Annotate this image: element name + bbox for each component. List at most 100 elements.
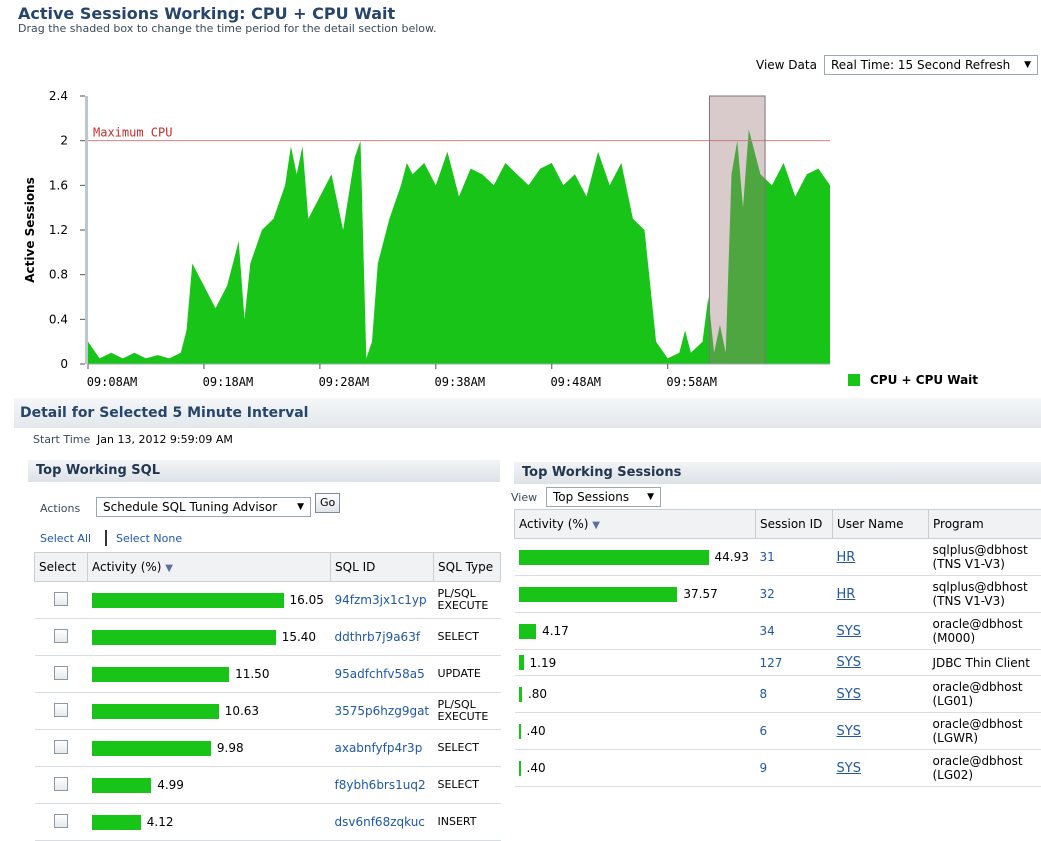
row-checkbox[interactable] [54,777,68,791]
user-name-cell: SYS [833,713,929,750]
view-data-select[interactable]: Real Time: 15 Second Refresh ▼ [824,55,1038,75]
activity-value: .40 [527,724,546,738]
column-header-sql-type: SQL Type [434,553,501,582]
row-checkbox[interactable] [54,629,68,643]
column-header-activity[interactable]: Activity (%) ▼ [88,553,331,582]
session-id-link[interactable]: 9 [756,750,833,787]
top-sessions-table: Activity (%) ▼ Session ID User Name Prog… [514,509,1041,787]
chevron-down-icon: ▼ [297,498,304,516]
y-tick-label: 1.6 [49,178,68,192]
sessions-view-select[interactable]: Top Sessions ▼ [546,487,661,507]
actions-select[interactable]: Schedule SQL Tuning Advisor ▼ [96,497,311,517]
select-cell [35,767,88,804]
table-row: .808SYSoracle@dbhost (LG01) [515,676,1041,713]
sql-type: UPDATE [434,656,501,693]
activity-bar [519,550,709,565]
sql-id-link[interactable]: f8ybh6brs1uq2 [331,767,434,804]
top-sessions-header-row: Activity (%) ▼ Session ID User Name Prog… [515,510,1041,539]
select-cell [35,804,88,841]
column-header-activity[interactable]: Activity (%) ▼ [515,510,756,539]
selection-time-window[interactable] [709,96,765,364]
user-name-cell: SYS [833,750,929,787]
select-cell [35,619,88,656]
page-subtitle: Drag the shaded box to change the time p… [18,22,436,35]
select-cell [35,656,88,693]
user-name-link[interactable]: SYS [837,624,861,639]
actions-label: Actions [40,502,80,515]
column-header-activity-label: Activity (%) [519,517,588,531]
activity-value: 1.19 [530,656,557,670]
session-id-link[interactable]: 8 [756,676,833,713]
legend-swatch [848,374,860,386]
sql-type: SELECT [434,730,501,767]
sessions-view-value: Top Sessions [553,490,629,504]
activity-bar [519,624,537,639]
sql-id-link[interactable]: 94fzm3jx1c1yp [331,582,434,619]
activity-bar [519,761,521,776]
program-cell: oracle@dbhost (LGWR) [929,713,1041,750]
select-all-link[interactable]: Select All [40,532,91,545]
x-tick-label: 09:48AM [550,375,601,389]
activity-value: 4.17 [542,624,569,638]
top-sessions-header: Top Working Sessions [514,462,1041,484]
session-id-link[interactable]: 34 [756,613,833,650]
legend-label: CPU + CPU Wait [870,373,978,387]
row-checkbox[interactable] [54,666,68,680]
sql-id-link[interactable]: 95adfchfv58a5 [331,656,434,693]
row-checkbox[interactable] [54,740,68,754]
go-button[interactable]: Go [315,493,340,513]
top-sql-header: Top Working SQL [28,460,500,482]
user-name-cell: HR [833,539,929,576]
activity-value: 9.98 [217,741,244,755]
user-name-link[interactable]: SYS [837,761,861,776]
sql-id-link[interactable]: ddthrb7j9a63f [331,619,434,656]
user-name-link[interactable]: SYS [837,687,861,702]
user-name-link[interactable]: HR [837,550,856,565]
table-row: 4.12dsv6nf68zqkucINSERT [35,804,501,841]
row-checkbox[interactable] [54,592,68,606]
activity-cell: 37.57 [515,576,756,613]
select-none-link[interactable]: Select None [116,532,182,545]
program-cell: oracle@dbhost (LG01) [929,676,1041,713]
user-name-link[interactable]: HR [837,587,856,602]
top-sql-header-row: Select Activity (%) ▼ SQL ID SQL Type [35,553,501,582]
session-id-link[interactable]: 32 [756,576,833,613]
table-row: 15.40ddthrb7j9a63fSELECT [35,619,501,656]
sql-type: PL/SQL EXECUTE [434,582,501,619]
activity-bar [519,687,522,702]
user-name-cell: SYS [833,676,929,713]
table-row: .40 6 SYS oracle@dbhost (LGWR) [515,713,1041,750]
program-cell: oracle@dbhost (M000) [929,613,1041,650]
table-row: .409SYSoracle@dbhost (LG02) [515,750,1041,787]
sql-id-link[interactable]: 3575p6hzg9gat [331,693,434,730]
user-name-cell: SYS [833,613,929,650]
table-row: 9.98 axabnfyfp4r3pSELECT [35,730,501,767]
table-row: 11.5095adfchfv58a5UPDATE [35,656,501,693]
view-label: View [511,491,537,504]
activity-cell: 15.40 [88,619,331,656]
sql-id-link[interactable]: axabnfyfp4r3p [331,730,434,767]
sql-id-link[interactable]: dsv6nf68zqkuc [331,804,434,841]
row-checkbox[interactable] [54,703,68,717]
session-id-link[interactable]: 31 [756,539,833,576]
x-tick-label: 09:08AM [87,375,138,389]
top-sql-table: Select Activity (%) ▼ SQL ID SQL Type 16… [34,552,501,841]
activity-cell: .40 [515,713,756,750]
user-name-cell: SYS [833,650,929,676]
select-cell [35,730,88,767]
program-cell: sqlplus@dbhost (TNS V1-V3) [929,539,1041,576]
activity-cell: 11.50 [88,656,331,693]
user-name-link[interactable]: SYS [837,724,861,739]
table-row: 4.99f8ybh6brs1uq2SELECT [35,767,501,804]
x-tick-label: 09:58AM [666,375,717,389]
session-id-link[interactable]: 6 [756,713,833,750]
maximum-cpu-label: Maximum CPU [93,126,172,140]
session-id-link[interactable]: 127 [756,650,833,676]
program-cell: oracle@dbhost (LG02) [929,750,1041,787]
user-name-link[interactable]: SYS [837,655,861,670]
activity-cell: 44.93 [515,539,756,576]
program-cell: JDBC Thin Client [929,650,1041,676]
row-checkbox[interactable] [54,814,68,828]
y-tick-label: 1.2 [49,223,68,237]
page-title: Active Sessions Working: CPU + CPU Wait [18,4,395,23]
